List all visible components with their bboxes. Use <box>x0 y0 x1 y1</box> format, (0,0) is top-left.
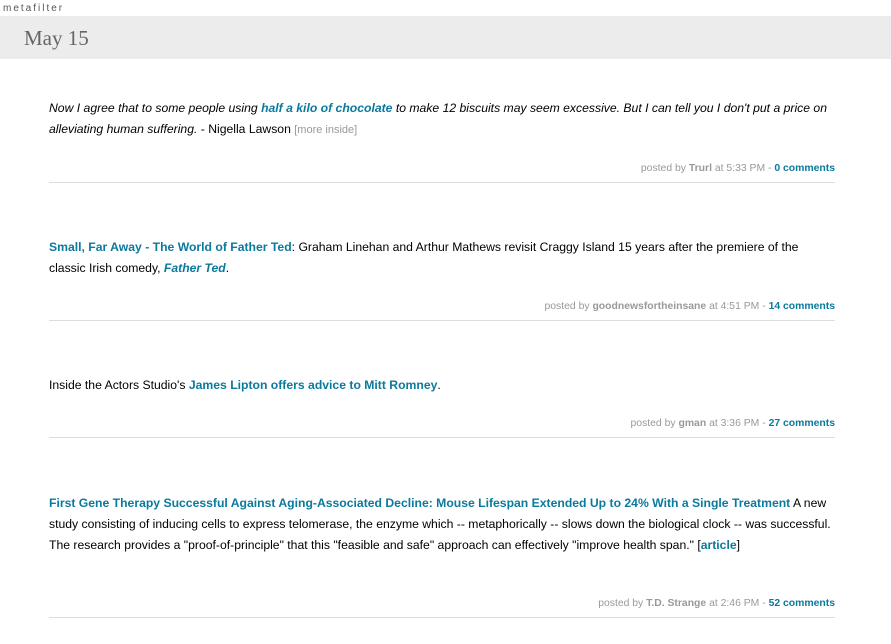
user-link[interactable]: Trurl <box>689 163 712 174</box>
post-attribution: - Nigella Lawson <box>197 122 295 136</box>
post-meta: posted by T.D. Strange at 2:46 PM - 52 c… <box>598 598 835 609</box>
post-separator <box>49 320 835 321</box>
post-text: . <box>225 261 230 275</box>
posted-by-label: posted by <box>598 598 644 609</box>
user-link[interactable]: T.D. Strange <box>646 598 706 609</box>
comments-link[interactable]: 27 comments <box>769 418 835 429</box>
site-logo[interactable]: metafilter <box>3 3 64 14</box>
posted-by-label: posted by <box>544 301 590 312</box>
post-separator <box>49 617 835 618</box>
post-time: at 3:36 PM - <box>709 418 766 429</box>
post-body: Now I agree that to some people using ha… <box>49 98 835 141</box>
post-link[interactable]: James Lipton offers advice to Mitt Romne… <box>189 378 438 392</box>
post-2: Small, Far Away - The World of Father Te… <box>49 237 835 321</box>
date-label: May 15 <box>24 26 89 50</box>
post-3: Inside the Actors Studio's James Lipton … <box>49 375 835 438</box>
post-body: Small, Far Away - The World of Father Te… <box>49 237 835 279</box>
bracket: ] <box>736 538 741 552</box>
post-4: First Gene Therapy Successful Against Ag… <box>49 493 835 618</box>
post-link[interactable]: Small, Far Away - The World of Father Te… <box>49 240 292 254</box>
post-text: . <box>437 378 441 392</box>
post-1: Now I agree that to some people using ha… <box>49 98 835 183</box>
post-link[interactable]: First Gene Therapy Successful Against Ag… <box>49 496 790 510</box>
comments-link[interactable]: 52 comments <box>769 598 835 609</box>
comments-link[interactable]: 0 comments <box>774 163 835 174</box>
site-header: metafilter <box>0 0 891 16</box>
post-time: at 5:33 PM - <box>714 163 772 174</box>
post-time: at 2:46 PM - <box>709 598 766 609</box>
post-link[interactable]: half a kilo of chocolate <box>261 101 392 115</box>
post-text: Inside the Actors Studio's <box>49 378 189 392</box>
post-link-secondary[interactable]: Father Ted <box>164 261 226 275</box>
post-body: First Gene Therapy Successful Against Ag… <box>49 493 835 556</box>
more-inside-link[interactable]: [more inside] <box>294 124 357 136</box>
article-link[interactable]: article <box>701 538 737 552</box>
post-time: at 4:51 PM - <box>709 301 766 312</box>
user-link[interactable]: gman <box>678 418 706 429</box>
post-meta: posted by goodnewsfortheinsane at 4:51 P… <box>545 301 836 312</box>
post-text: Now I agree that to some people using <box>49 101 262 115</box>
date-header: May 15 <box>0 16 891 59</box>
posted-by-label: posted by <box>630 418 676 429</box>
post-body: Inside the Actors Studio's James Lipton … <box>49 375 835 396</box>
user-link[interactable]: goodnewsfortheinsane <box>592 301 706 312</box>
post-meta: posted by Trurl at 5:33 PM - 0 comments <box>641 163 835 174</box>
post-separator <box>49 437 835 438</box>
post-separator <box>49 182 835 183</box>
post-meta: posted by gman at 3:36 PM - 27 comments <box>631 418 835 429</box>
posted-by-label: posted by <box>640 163 686 174</box>
comments-link[interactable]: 14 comments <box>769 301 835 312</box>
